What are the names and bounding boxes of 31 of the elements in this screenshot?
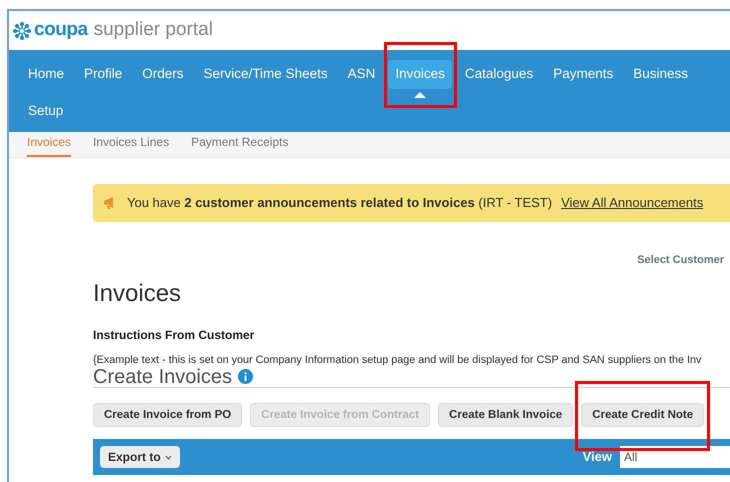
export-button[interactable]: Export to xyxy=(100,446,180,468)
nav-tab[interactable]: Profile xyxy=(77,60,130,89)
nav-tab[interactable]: Orders xyxy=(135,60,191,89)
page-title: Invoices xyxy=(93,278,182,308)
sub-tab[interactable]: Payment Receipts xyxy=(191,133,288,157)
section-title: Create Invoices xyxy=(93,366,232,386)
nav-tab[interactable]: Home xyxy=(21,60,72,89)
nav-tab[interactable]: Setup xyxy=(21,96,70,126)
create-button[interactable]: Create Blank Invoice xyxy=(438,403,574,428)
nav-tab[interactable]: Invoices xyxy=(388,60,452,89)
nav-tab[interactable]: Service/Time Sheets xyxy=(196,60,335,89)
announcements-link[interactable]: View All Announcements xyxy=(561,193,704,213)
caret-up-icon xyxy=(414,92,426,98)
announcement-text: You have 2 customer announcements related to Invoices (IRT - TEST) xyxy=(127,194,552,212)
view-label[interactable]: View xyxy=(582,447,612,467)
brand-name: coupa xyxy=(34,18,88,42)
sub-tab[interactable]: Invoices xyxy=(27,133,72,157)
product-name: supplier portal xyxy=(94,18,213,42)
sub-tab[interactable]: Invoices Lines xyxy=(93,133,170,157)
select-customer-link[interactable]: Select Customer xyxy=(637,252,724,268)
nav-tab[interactable]: Catalogues xyxy=(458,60,540,89)
instructions-title: Instructions From Customer xyxy=(93,326,256,344)
create-button[interactable]: Create Invoice from PO xyxy=(93,403,242,428)
nav-tab[interactable]: Business xyxy=(626,60,696,89)
nav-tab[interactable]: Payments xyxy=(546,60,620,89)
instructions-text: {Example text - this is set on your Company Information setup page and will be displayed for CSP and SAN suppliers on the Inv xyxy=(93,352,702,366)
snowflake-icon xyxy=(12,20,32,40)
nav-tab[interactable]: ASN xyxy=(340,60,382,89)
create-button[interactable]: Create Credit Note xyxy=(581,403,704,428)
info-icon xyxy=(238,369,253,384)
chevron-down-icon xyxy=(164,454,172,460)
